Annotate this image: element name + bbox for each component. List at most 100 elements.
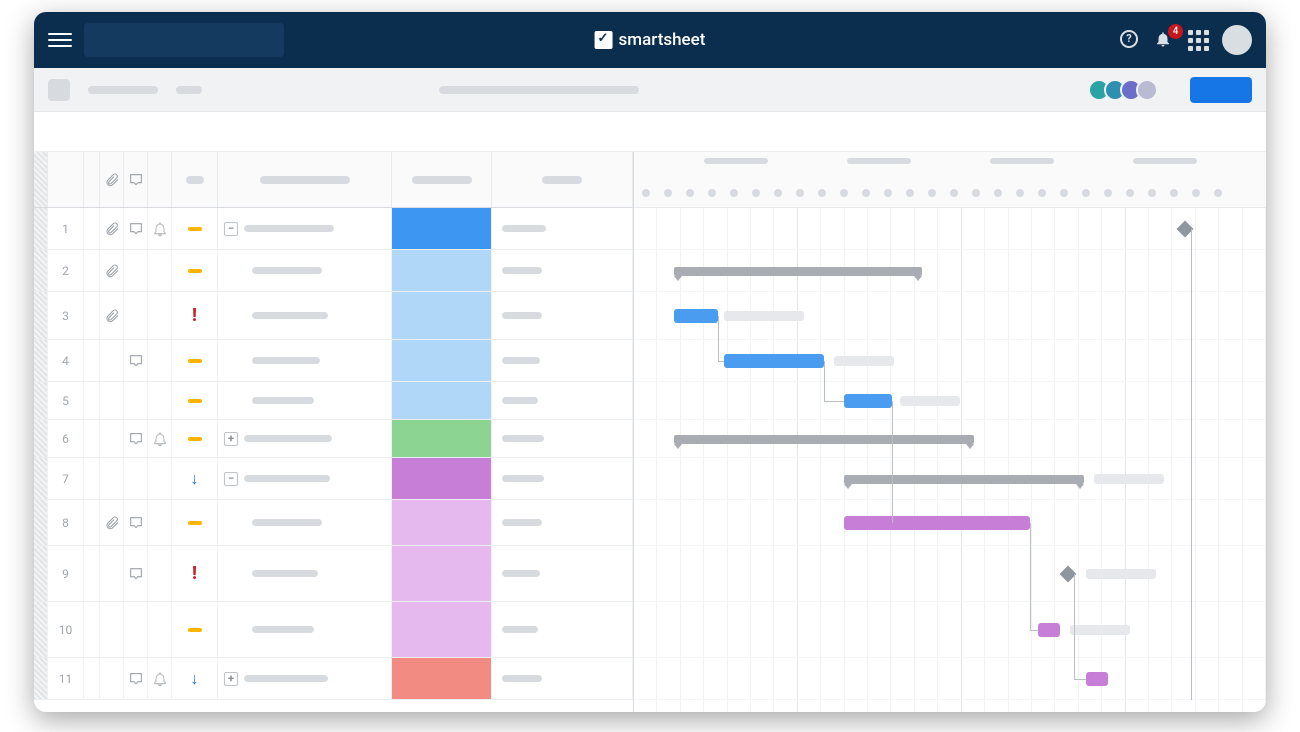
pct-cell[interactable]	[492, 340, 633, 381]
task-cell[interactable]	[218, 602, 392, 657]
task-bar[interactable]	[844, 516, 1030, 530]
sheet-title[interactable]	[439, 86, 639, 94]
reminder-cell[interactable]	[148, 658, 172, 699]
comment-cell[interactable]	[124, 292, 148, 339]
breadcrumb[interactable]	[176, 86, 202, 94]
comment-cell[interactable]	[124, 546, 148, 601]
grid-row[interactable]: 5	[34, 382, 633, 420]
reminder-cell[interactable]	[148, 546, 172, 601]
status-cell[interactable]	[172, 208, 218, 249]
task-bar[interactable]	[1086, 672, 1108, 686]
status-cell[interactable]: !	[172, 546, 218, 601]
share-button[interactable]	[1190, 77, 1252, 103]
attachment-icon[interactable]	[100, 152, 124, 207]
help-icon[interactable]: ?	[1120, 30, 1140, 50]
pct-cell[interactable]	[492, 382, 633, 419]
task-cell[interactable]: −	[218, 458, 392, 499]
status-cell[interactable]	[172, 420, 218, 457]
color-cell[interactable]	[392, 292, 492, 339]
summary-bar[interactable]	[674, 267, 922, 276]
breadcrumb[interactable]	[88, 86, 158, 94]
task-cell[interactable]	[218, 250, 392, 291]
attachment-cell[interactable]	[100, 420, 124, 457]
grid-row[interactable]: 11↓+	[34, 658, 633, 700]
reminder-cell[interactable]	[148, 420, 172, 457]
attachment-cell[interactable]	[100, 500, 124, 545]
user-avatar[interactable]	[1222, 25, 1252, 55]
comment-cell[interactable]	[124, 658, 148, 699]
pct-cell[interactable]	[492, 602, 633, 657]
toggle-icon[interactable]: +	[224, 672, 238, 686]
color-cell[interactable]	[392, 458, 492, 499]
color-cell[interactable]	[392, 340, 492, 381]
pct-cell[interactable]	[492, 420, 633, 457]
comment-cell[interactable]	[124, 250, 148, 291]
task-bar[interactable]	[724, 354, 824, 368]
color-cell[interactable]	[392, 250, 492, 291]
grid-row[interactable]: 1−	[34, 208, 633, 250]
color-cell[interactable]	[392, 602, 492, 657]
pct-cell[interactable]	[492, 292, 633, 339]
status-cell[interactable]	[172, 382, 218, 419]
toggle-icon[interactable]: −	[224, 472, 238, 486]
pct-cell[interactable]	[492, 458, 633, 499]
color-cell[interactable]	[392, 382, 492, 419]
summary-bar[interactable]	[674, 435, 974, 444]
status-cell[interactable]: !	[172, 292, 218, 339]
reminder-cell[interactable]	[148, 458, 172, 499]
task-cell[interactable]	[218, 546, 392, 601]
attachment-cell[interactable]	[100, 546, 124, 601]
attachment-cell[interactable]	[100, 250, 124, 291]
pct-cell[interactable]	[492, 546, 633, 601]
reminder-cell[interactable]	[148, 500, 172, 545]
comment-cell[interactable]	[124, 382, 148, 419]
gantt-pane[interactable]	[634, 152, 1266, 712]
grid-row[interactable]: 9!	[34, 546, 633, 602]
toggle-icon[interactable]: +	[224, 432, 238, 446]
color-cell[interactable]	[392, 658, 492, 699]
color-cell[interactable]	[392, 500, 492, 545]
grid-row[interactable]: 4	[34, 340, 633, 382]
task-cell[interactable]	[218, 292, 392, 339]
task-cell[interactable]	[218, 340, 392, 381]
comment-cell[interactable]	[124, 340, 148, 381]
task-cell[interactable]: +	[218, 420, 392, 457]
grid-row[interactable]: 8	[34, 500, 633, 546]
pct-cell[interactable]	[492, 208, 633, 249]
reminder-cell[interactable]	[148, 250, 172, 291]
apps-icon[interactable]	[1188, 30, 1208, 50]
search-input[interactable]	[84, 23, 284, 57]
attachment-cell[interactable]	[100, 658, 124, 699]
status-cell[interactable]	[172, 340, 218, 381]
menu-icon[interactable]	[48, 28, 72, 52]
grid-row[interactable]: 7↓−	[34, 458, 633, 500]
task-cell[interactable]: −	[218, 208, 392, 249]
color-cell[interactable]	[392, 420, 492, 457]
task-cell[interactable]	[218, 500, 392, 545]
attachment-cell[interactable]	[100, 292, 124, 339]
reminder-cell[interactable]	[148, 208, 172, 249]
reminder-cell[interactable]	[148, 340, 172, 381]
attachment-cell[interactable]	[100, 458, 124, 499]
breadcrumb-icon[interactable]	[48, 79, 70, 101]
color-cell[interactable]	[392, 208, 492, 249]
attachment-cell[interactable]	[100, 340, 124, 381]
status-cell[interactable]	[172, 500, 218, 545]
grid-row[interactable]: 6+	[34, 420, 633, 458]
comment-cell[interactable]	[124, 420, 148, 457]
grid-row[interactable]: 3!	[34, 292, 633, 340]
color-cell[interactable]	[392, 546, 492, 601]
reminder-cell[interactable]	[148, 602, 172, 657]
comment-icon[interactable]	[124, 152, 148, 207]
comment-cell[interactable]	[124, 500, 148, 545]
reminder-cell[interactable]	[148, 292, 172, 339]
collaborators[interactable]	[1094, 79, 1158, 101]
grid-row[interactable]: 10	[34, 602, 633, 658]
attachment-cell[interactable]	[100, 208, 124, 249]
comment-cell[interactable]	[124, 208, 148, 249]
task-bar[interactable]	[844, 394, 892, 408]
task-bar[interactable]	[1038, 623, 1060, 637]
pct-cell[interactable]	[492, 500, 633, 545]
task-bar[interactable]	[674, 309, 718, 323]
status-cell[interactable]: ↓	[172, 458, 218, 499]
